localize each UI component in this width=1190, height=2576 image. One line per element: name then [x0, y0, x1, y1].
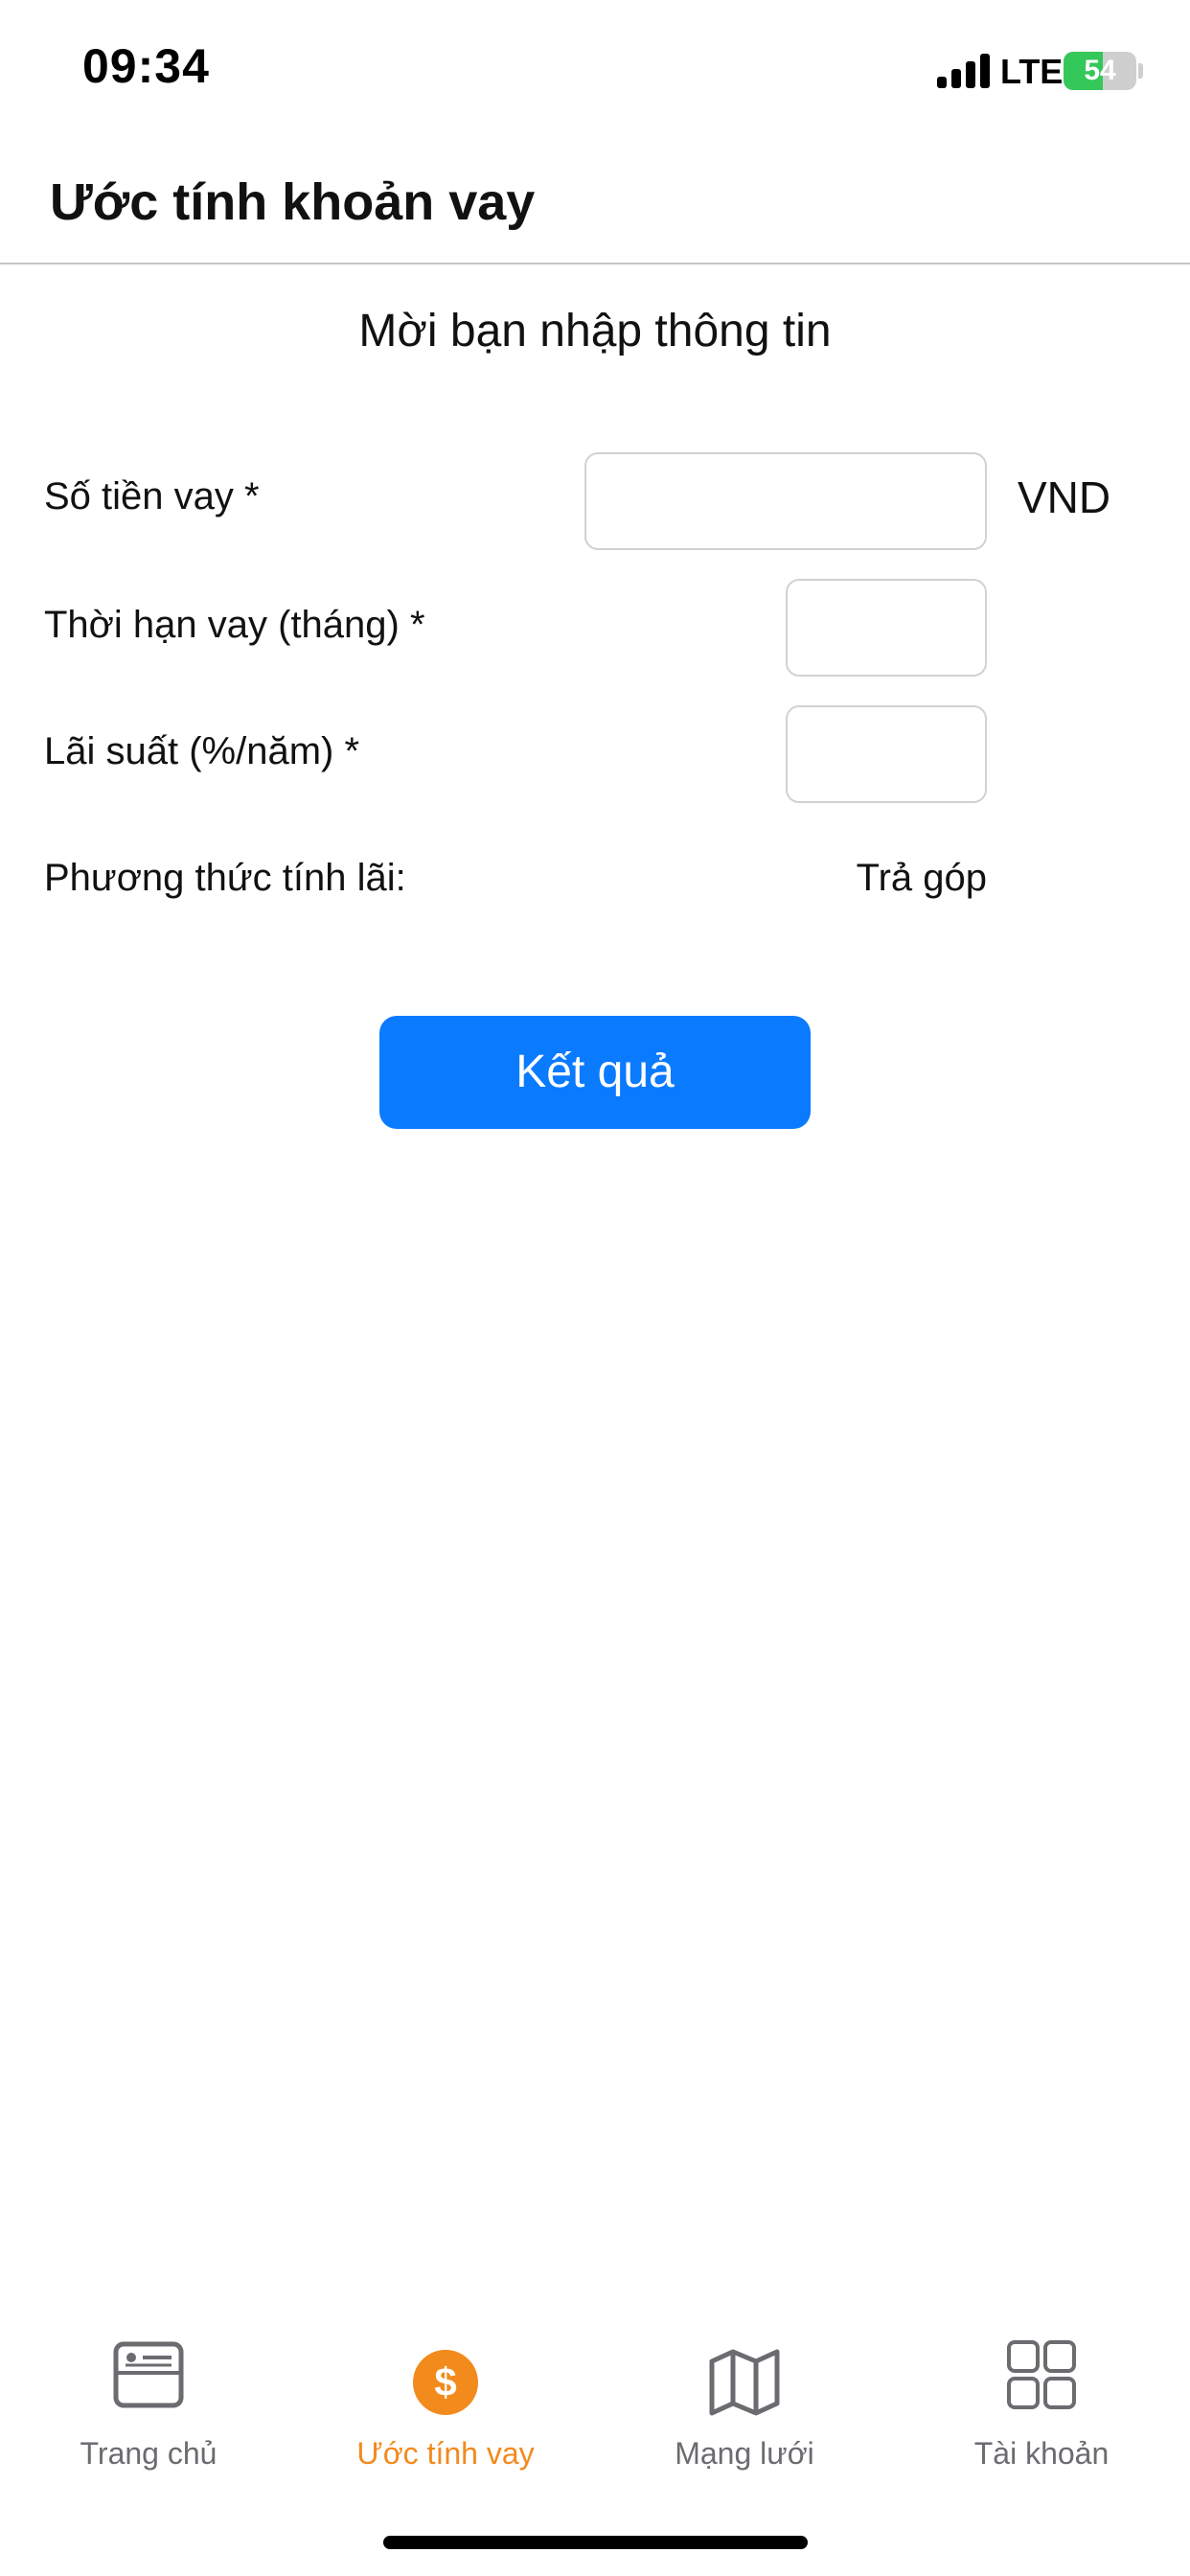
tab-label-account: Tài khoản: [973, 2436, 1110, 2471]
status-bar: 09:34 LTE 54: [0, 0, 1190, 144]
tab-account[interactable]: Tài khoản: [893, 2338, 1190, 2482]
map-icon: [709, 2349, 780, 2416]
interest-rate-label: Lãi suất (%/năm) *: [44, 730, 360, 772]
loan-term-label: Thời hạn vay (tháng) *: [44, 604, 425, 646]
status-time: 09:34: [82, 39, 210, 93]
tab-label-loan-estimate: Ước tính vay: [356, 2436, 535, 2471]
grid-icon: [1007, 2340, 1076, 2409]
tab-home[interactable]: Trang chủ: [0, 2338, 297, 2482]
interest-method-value[interactable]: Trả góp: [857, 857, 987, 900]
currency-unit: VND: [1018, 472, 1111, 522]
svg-text:$: $: [434, 2359, 456, 2404]
header-divider: [0, 263, 1190, 264]
battery-tip: [1138, 63, 1143, 79]
result-button[interactable]: Kết quả: [379, 1016, 811, 1129]
form-heading: Mời bạn nhập thông tin: [358, 306, 832, 356]
tab-loan-estimate[interactable]: $ Ước tính vay: [297, 2338, 594, 2482]
network-type: LTE: [1000, 52, 1064, 91]
tab-label-network: Mạng lưới: [675, 2436, 814, 2471]
battery-percent: 54: [1084, 55, 1116, 86]
dollar-icon: $: [413, 2350, 478, 2415]
interest-method-label: Phương thức tính lãi:: [44, 857, 406, 899]
tab-network[interactable]: Mạng lưới: [596, 2338, 893, 2482]
signal-icon: [937, 54, 991, 88]
tab-bar: Trang chủ $ Ước tính vay Mạng lưới Tài k…: [0, 2319, 1190, 2511]
interest-rate-input[interactable]: [786, 705, 987, 803]
home-indicator[interactable]: [383, 2536, 808, 2549]
battery-icon: 54: [1064, 52, 1136, 90]
loan-term-input[interactable]: [786, 579, 987, 677]
home-icon: [113, 2341, 184, 2408]
loan-amount-input[interactable]: [584, 452, 987, 550]
loan-amount-label: Số tiền vay *: [44, 475, 260, 518]
page-title: Ước tính khoản vay: [50, 173, 536, 231]
tab-label-home: Trang chủ: [80, 2436, 217, 2471]
